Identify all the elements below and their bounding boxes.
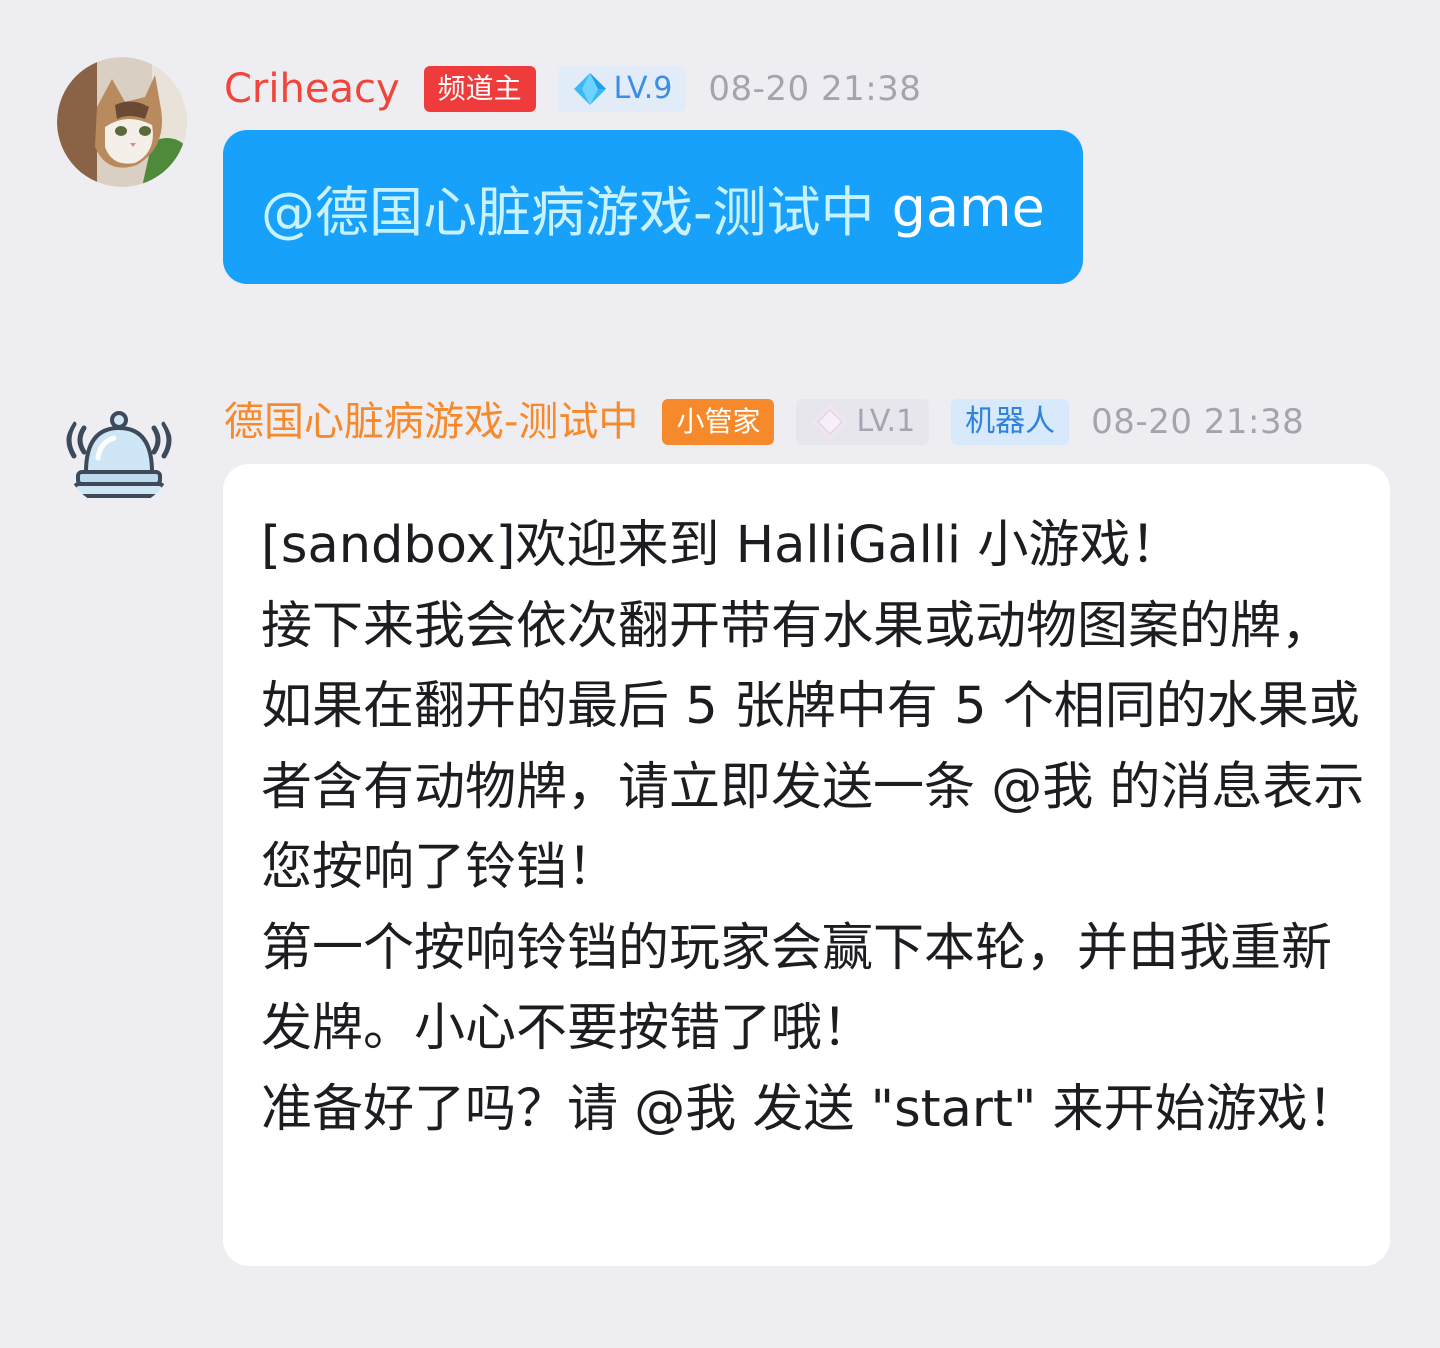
timestamp: 08-20 21:38: [1091, 402, 1305, 442]
bot-avatar[interactable]: [64, 398, 174, 508]
diamond-icon: [812, 404, 849, 440]
message-line: [sandbox]欢迎来到 HalliGalli 小游戏！: [261, 516, 1182, 575]
message-line: 第一个按响铃铛的玩家会赢下本轮，并由我重新发牌。小心不要按错了哦！: [261, 918, 1333, 1059]
message-2: 德国心脏病游戏-测试中 小管家 LV.1 机器人 08-20 21:38 [sa…: [0, 0, 1440, 1348]
level-text: LV.1: [856, 404, 916, 439]
message-header: 德国心脏病游戏-测试中 小管家 LV.1 机器人 08-20 21:38: [224, 397, 1304, 447]
message-line: 接下来我会依次翻开带有水果或动物图案的牌，如果在翻开的最后 5 张牌中有 5 个…: [261, 596, 1365, 898]
message-bubble[interactable]: [sandbox]欢迎来到 HalliGalli 小游戏！ 接下来我会依次翻开带…: [223, 464, 1390, 1266]
message-line: 准备好了吗？请 @我 发送 "start" 来开始游戏！: [261, 1079, 1359, 1139]
username[interactable]: 德国心脏病游戏-测试中: [224, 397, 638, 447]
role-badge: 小管家: [662, 399, 775, 445]
service-bell-icon: [66, 411, 172, 498]
level-badge: LV.1: [796, 399, 930, 445]
bot-badge: 机器人: [951, 399, 1070, 445]
